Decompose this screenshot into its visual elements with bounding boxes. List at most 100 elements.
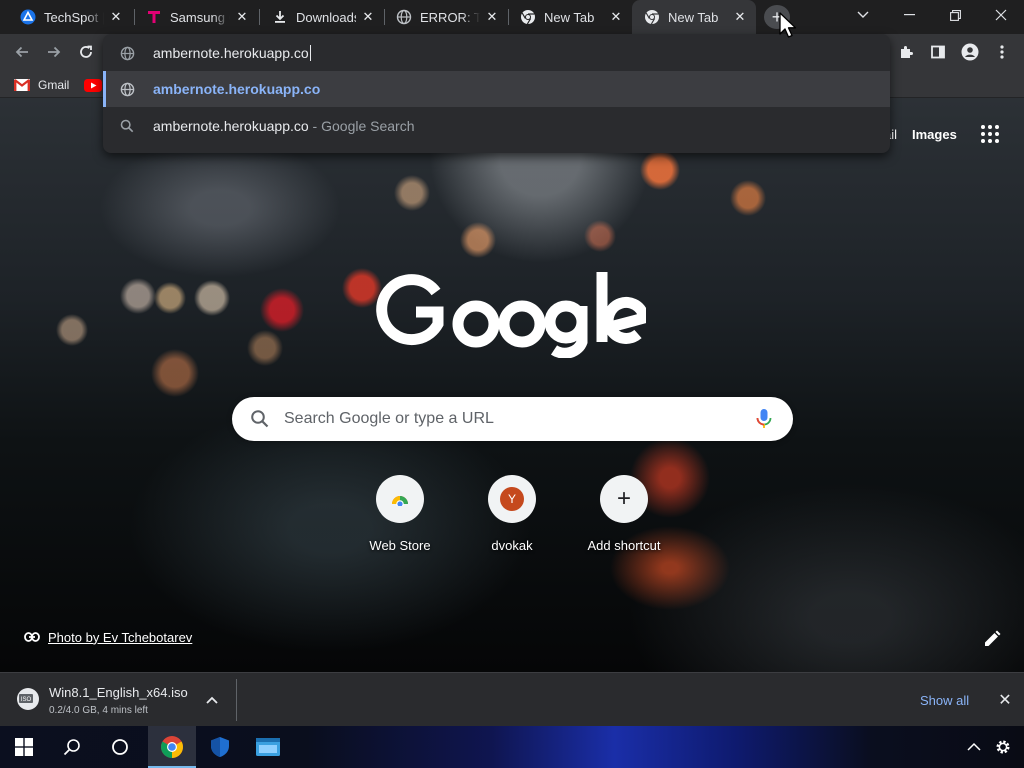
suggestion-text: ambernote.herokuapp.co — [153, 118, 309, 134]
cortana-circle-icon — [112, 739, 128, 755]
microphone-icon[interactable] — [754, 408, 774, 430]
search-icon — [119, 118, 135, 134]
close-icon[interactable]: ✕ — [108, 9, 124, 25]
arrow-left-icon — [15, 46, 28, 58]
chrome-icon — [644, 9, 660, 25]
close-icon[interactable]: ✕ — [360, 9, 376, 25]
globe-icon — [119, 81, 135, 97]
tab-error[interactable]: ERROR: The ✕ — [384, 0, 508, 34]
iso-file-icon: ISO — [17, 688, 39, 710]
back-button[interactable] — [8, 38, 36, 66]
profile-button[interactable] — [956, 38, 984, 66]
suggestion-text: ambernote.herokuapp.co — [153, 81, 321, 97]
globe-icon — [119, 45, 135, 61]
address-input[interactable]: ambernote.herokuapp.co — [153, 45, 311, 61]
tab-techspot[interactable]: TechSpot | T ✕ — [8, 0, 132, 34]
bookmark-youtube[interactable] — [84, 75, 102, 95]
gmail-icon — [14, 79, 30, 91]
bookmark-label: Gmail — [38, 78, 70, 92]
photo-credit-link[interactable]: Photo by Ev Tchebotarev — [24, 627, 192, 647]
chevron-up-icon[interactable] — [204, 692, 220, 708]
omnibox-suggestion-search[interactable]: ambernote.herokuapp.co - Google Search — [103, 108, 890, 144]
shortcut-dvokak[interactable]: Y dvokak — [462, 475, 562, 560]
download-shelf: ISO Win8.1_English_x64.iso 0.2/4.0 GB, 4… — [0, 672, 1024, 726]
reload-button[interactable] — [72, 38, 100, 66]
minimize-icon[interactable] — [886, 0, 932, 30]
close-icon[interactable]: ✕ — [732, 9, 748, 25]
gear-icon — [996, 740, 1010, 754]
plus-icon: + — [600, 475, 648, 523]
show-hidden-icons-button[interactable] — [960, 726, 988, 768]
download-status: 0.2/4.0 GB, 4 mins left — [49, 705, 148, 716]
bookmark-gmail[interactable]: Gmail — [14, 75, 69, 95]
tab-downloads[interactable]: Downloads ✕ — [260, 0, 384, 34]
side-panel-icon — [931, 45, 945, 59]
address-bar[interactable]: ambernote.herokuapp.co — [103, 35, 890, 71]
link-icon — [24, 632, 40, 642]
window-app-icon — [256, 738, 280, 756]
restore-icon[interactable] — [932, 0, 978, 30]
youtube-icon — [84, 78, 102, 92]
taskbar-chrome[interactable] — [148, 726, 196, 768]
close-icon[interactable]: ✕ — [234, 9, 250, 25]
shortcut-label: Add shortcut — [587, 538, 661, 553]
avatar-letter: Y — [500, 487, 524, 511]
taskbar-defender[interactable] — [196, 726, 244, 768]
tab-title: New Tab — [544, 9, 595, 25]
tab-new-tab-1[interactable]: New Tab ✕ — [508, 0, 632, 34]
tab-title: ERROR: The — [420, 9, 480, 25]
search-icon — [63, 739, 80, 756]
web-store-icon — [376, 475, 424, 523]
side-panel-button[interactable] — [924, 38, 952, 66]
menu-button[interactable] — [988, 38, 1016, 66]
puzzle-icon — [901, 46, 913, 58]
person-icon — [961, 43, 979, 61]
shortcut-label: Web Store — [369, 538, 431, 553]
pencil-icon[interactable] — [982, 629, 1002, 649]
show-all-button[interactable]: Show all — [912, 687, 977, 713]
shortcut-web-store[interactable]: Web Store — [350, 475, 450, 560]
close-shelf-button[interactable]: ✕ — [996, 691, 1014, 709]
tab-samsung[interactable]: Samsung G ✕ — [134, 0, 258, 34]
search-placeholder: Search Google or type a URL — [284, 410, 494, 427]
tab-title: Samsung G — [170, 9, 230, 25]
tab-title: New Tab — [668, 9, 719, 25]
taskbar-settings-button[interactable] — [988, 726, 1018, 768]
shelf-divider — [236, 679, 237, 721]
start-button[interactable] — [0, 726, 48, 768]
reload-icon — [80, 45, 92, 58]
address-input-value: ambernote.herokuapp.co — [153, 45, 309, 61]
tmobile-icon — [146, 9, 162, 25]
tab-title: TechSpot | T — [44, 9, 104, 25]
avatar-y-icon: Y — [488, 475, 536, 523]
chrome-icon — [520, 9, 536, 25]
images-link[interactable]: Images — [912, 127, 957, 142]
close-icon[interactable]: ✕ — [608, 9, 624, 25]
omnibox-suggestion-url[interactable]: ambernote.herokuapp.co — [103, 71, 890, 107]
extensions-button[interactable] — [892, 38, 920, 66]
google-logo — [376, 272, 646, 358]
close-icon[interactable]: ✕ — [484, 9, 500, 25]
mouse-cursor-icon — [779, 12, 797, 38]
omnibox-dropdown: ambernote.herokuapp.co ambernote.herokua… — [103, 34, 890, 153]
tab-strip: TechSpot | T ✕ Samsung G ✕ Downloads ✕ E… — [0, 0, 1024, 34]
apps-grid-icon[interactable] — [980, 124, 1000, 147]
shortcut-label: dvokak — [491, 538, 533, 553]
task-view-button[interactable] — [96, 726, 144, 768]
ntp-search-box[interactable]: Search Google or type a URL — [232, 397, 793, 441]
forward-button[interactable] — [40, 38, 68, 66]
download-icon — [272, 9, 288, 25]
chrome-icon — [161, 736, 183, 758]
photo-credit-text: Photo by Ev Tchebotarev — [48, 629, 193, 645]
shortcut-add[interactable]: + Add shortcut — [574, 475, 674, 560]
search-icon — [251, 410, 269, 428]
plus-glyph: + — [616, 485, 631, 512]
tab-search-icon[interactable] — [840, 0, 886, 30]
windows-logo-icon — [15, 738, 33, 756]
text-caret — [309, 45, 311, 61]
download-filename[interactable]: Win8.1_English_x64.iso — [49, 685, 188, 700]
tab-new-tab-active[interactable]: New Tab ✕ — [632, 0, 756, 34]
taskbar-app[interactable] — [244, 726, 292, 768]
window-close-icon[interactable] — [978, 0, 1024, 30]
taskbar-search-button[interactable] — [48, 726, 96, 768]
